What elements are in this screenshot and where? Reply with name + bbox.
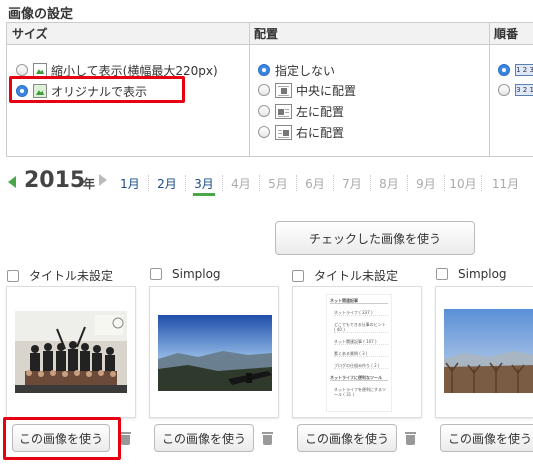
month-link-7[interactable]: 7月 xyxy=(334,175,371,191)
image-checkbox[interactable] xyxy=(7,269,19,282)
order-descending-icon: 3 2 1 xyxy=(515,84,533,96)
month-link-10[interactable]: 10月 xyxy=(445,175,482,191)
trash-icon[interactable] xyxy=(405,432,416,445)
align-left-icon xyxy=(275,103,292,119)
highlight-box xyxy=(3,417,121,460)
align-option-label: 指定しない xyxy=(275,63,336,78)
highlight-box xyxy=(9,76,185,103)
month-link-8[interactable]: 8月 xyxy=(371,175,408,191)
blog-list-item: ネットライフに便利なツール xyxy=(330,375,388,381)
order-option-1[interactable]: 1 2 3 xyxy=(498,61,533,79)
blog-list-item: どこでもできる仕事のヒント ( 40 ) xyxy=(334,322,388,333)
radio-button-selected[interactable] xyxy=(498,64,510,76)
blog-list-heading: ネット関連記事 xyxy=(330,298,388,304)
alignment-header: 配置 xyxy=(249,23,489,45)
month-link-6[interactable]: 6月 xyxy=(297,175,334,191)
image-checkbox[interactable] xyxy=(436,268,448,280)
use-image-button[interactable]: この画像を使う xyxy=(297,424,397,452)
group-photo-thumbnail xyxy=(15,311,127,393)
blog-list-item: ネットライフを便利にするツール ( 31 ) xyxy=(334,387,386,397)
month-link-11[interactable]: 11月 xyxy=(487,175,524,191)
radio-button[interactable] xyxy=(498,84,510,96)
month-link-1[interactable]: 1月 xyxy=(112,175,149,191)
month-link-9[interactable]: 9月 xyxy=(408,175,445,191)
blog-list-thumbnail: ネット関連記事 ネットライフ ( 237 ) どこでもできる仕事のヒント ( 4… xyxy=(326,294,392,412)
radio-button[interactable] xyxy=(258,126,270,138)
year-unit-label: 年 xyxy=(83,177,96,191)
image-icon xyxy=(33,63,47,77)
use-image-button[interactable]: この画像を使う xyxy=(440,424,533,452)
use-image-button[interactable]: この画像を使う xyxy=(154,424,254,452)
image-card[interactable] xyxy=(149,286,279,418)
next-year-arrow-icon[interactable] xyxy=(99,174,107,186)
align-option-label: 右に配置 xyxy=(296,125,345,140)
use-checked-images-button[interactable]: チェックした画像を使う xyxy=(275,221,475,255)
month-navigation: 2015 年 1月 2月 3月 4月 5月 6月 7月 8月 9月 10月 11… xyxy=(0,168,533,196)
month-link-5[interactable]: 5月 xyxy=(260,175,297,191)
radio-button[interactable] xyxy=(258,84,270,96)
image-card[interactable]: ネット関連記事 ネットライフ ( 237 ) どこでもできる仕事のヒント ( 4… xyxy=(292,286,422,418)
year-label: 2015 xyxy=(24,168,86,193)
month-link-4[interactable]: 4月 xyxy=(223,175,260,191)
align-option-center[interactable]: 中央に配置 xyxy=(258,81,356,99)
page-title: 画像の設定 xyxy=(8,7,74,22)
image-checkbox[interactable] xyxy=(292,269,304,282)
size-header: サイズ xyxy=(7,23,249,45)
blog-list-item: ブログの仕組み作り ( 2 ) xyxy=(334,363,388,369)
month-link-3[interactable]: 3月 xyxy=(186,175,223,196)
align-option-none[interactable]: 指定しない xyxy=(258,61,335,79)
trash-icon[interactable] xyxy=(120,432,131,445)
image-card-header: Simplog xyxy=(436,267,507,281)
align-option-label: 中央に配置 xyxy=(296,83,357,98)
image-title: タイトル未設定 xyxy=(29,269,114,283)
align-right-icon xyxy=(275,124,292,140)
trash-icon[interactable] xyxy=(262,432,273,445)
image-card[interactable] xyxy=(6,286,136,418)
align-option-right[interactable]: 右に配置 xyxy=(258,123,344,141)
previous-year-arrow-icon[interactable] xyxy=(8,176,16,188)
blog-list-item: ネット関連記事 ( 107 ) xyxy=(334,339,388,345)
align-option-label: 左に配置 xyxy=(296,104,345,119)
image-title: タイトル未設定 xyxy=(314,269,399,283)
image-title: Simplog xyxy=(458,267,507,281)
month-link-2[interactable]: 2月 xyxy=(149,175,186,191)
orchard-photo-thumbnail xyxy=(444,309,533,393)
align-center-icon xyxy=(275,82,292,98)
image-card[interactable] xyxy=(435,286,533,418)
radio-button[interactable] xyxy=(16,64,28,76)
image-title: Simplog xyxy=(172,267,221,281)
order-option-2[interactable]: 3 2 1 xyxy=(498,81,533,99)
order-ascending-icon: 1 2 3 xyxy=(515,64,533,76)
landscape-photo-thumbnail xyxy=(158,315,272,391)
image-checkbox[interactable] xyxy=(150,268,162,280)
blog-list-item: 素くある質問 ( 3 ) xyxy=(334,351,388,357)
image-card-header: タイトル未設定 xyxy=(7,267,113,284)
image-card-header: タイトル未設定 xyxy=(292,267,398,284)
image-card-header: Simplog xyxy=(150,267,221,281)
radio-button[interactable] xyxy=(258,105,270,117)
order-header: 順番 xyxy=(489,23,533,45)
radio-button-selected[interactable] xyxy=(258,64,270,76)
blog-list-item: ネットライフ ( 237 ) xyxy=(334,310,388,316)
column-divider xyxy=(249,23,250,156)
align-option-left[interactable]: 左に配置 xyxy=(258,102,344,120)
column-divider xyxy=(489,23,490,156)
